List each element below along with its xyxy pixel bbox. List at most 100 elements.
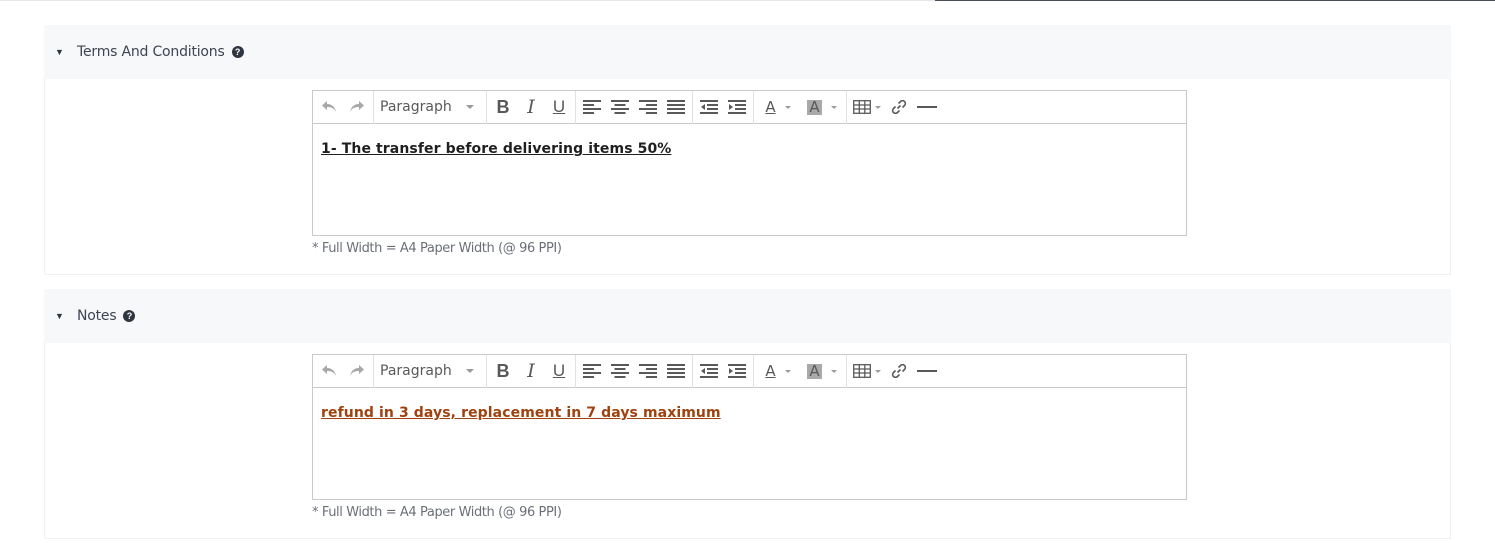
align-right-button[interactable] — [634, 94, 662, 120]
align-justify-icon — [667, 100, 685, 114]
italic-button[interactable]: I — [517, 358, 545, 384]
top-divider — [0, 0, 935, 1]
align-left-button[interactable] — [578, 358, 606, 384]
align-center-icon — [611, 100, 629, 114]
history-group — [313, 90, 374, 124]
notes-section: ▼ Notes ? Paragraph B I U A A refund in … — [44, 289, 1451, 539]
undo-icon — [322, 365, 336, 376]
redo-button[interactable] — [343, 358, 371, 384]
style-group: B I U — [487, 90, 576, 124]
horizontal-rule-button[interactable] — [913, 358, 941, 384]
chevron-down-icon — [784, 369, 791, 373]
link-icon — [891, 363, 907, 379]
top-divider-active — [935, 0, 1495, 1]
undo-button[interactable] — [315, 94, 343, 120]
link-button[interactable] — [885, 94, 913, 120]
text-color-button[interactable]: A — [756, 358, 800, 384]
redo-button[interactable] — [343, 94, 371, 120]
background-color-button[interactable]: A — [800, 94, 844, 120]
table-button[interactable] — [849, 94, 885, 120]
align-left-button[interactable] — [578, 94, 606, 120]
indent-group — [693, 90, 754, 124]
outdent-button[interactable] — [695, 94, 723, 120]
format-group: Paragraph — [374, 90, 487, 124]
chevron-down-icon — [830, 369, 837, 373]
indent-button[interactable] — [723, 358, 751, 384]
text-color-icon: A — [765, 97, 776, 116]
indent-icon — [728, 100, 746, 114]
link-button[interactable] — [885, 358, 913, 384]
terms-rich-text-editor: Paragraph B I U A A 1- The transfer befo… — [312, 90, 1187, 236]
chevron-down-icon — [830, 105, 837, 109]
align-justify-button[interactable] — [662, 358, 690, 384]
align-right-icon — [639, 364, 657, 378]
background-color-icon: A — [807, 361, 822, 380]
redo-icon — [350, 101, 364, 112]
style-group: B I U — [487, 354, 576, 388]
text-color-icon: A — [765, 361, 776, 380]
section-title: Notes — [77, 308, 117, 324]
align-right-button[interactable] — [634, 358, 662, 384]
format-group: Paragraph — [374, 354, 487, 388]
insert-group — [847, 91, 943, 124]
chevron-down-icon — [466, 369, 474, 373]
horizontal-rule-icon — [917, 370, 937, 372]
terms-section-header[interactable]: ▼ Terms And Conditions ? — [44, 25, 1451, 79]
notes-rich-text-editor: Paragraph B I U A A refund in 3 days, re… — [312, 354, 1187, 500]
chevron-down-icon — [875, 369, 881, 373]
table-icon — [853, 100, 871, 114]
chevron-down-icon — [784, 105, 791, 109]
align-group — [576, 354, 693, 388]
editor-toolbar: Paragraph B I U A A — [313, 90, 1186, 124]
color-group: A A — [754, 90, 847, 124]
align-center-button[interactable] — [606, 94, 634, 120]
editor-toolbar: Paragraph B I U A A — [313, 354, 1186, 388]
align-justify-button[interactable] — [662, 94, 690, 120]
undo-button[interactable] — [315, 358, 343, 384]
redo-icon — [350, 365, 364, 376]
background-color-button[interactable]: A — [800, 358, 844, 384]
italic-button[interactable]: I — [517, 94, 545, 120]
underline-button[interactable]: U — [545, 94, 573, 120]
editor-content[interactable]: 1- The transfer before delivering items … — [313, 124, 1186, 157]
outdent-button[interactable] — [695, 358, 723, 384]
help-icon[interactable]: ? — [123, 310, 136, 322]
bold-button[interactable]: B — [489, 94, 517, 120]
insert-group — [847, 355, 943, 388]
align-left-icon — [583, 100, 601, 114]
history-group — [313, 354, 374, 388]
horizontal-rule-icon — [917, 106, 937, 108]
bold-button[interactable]: B — [489, 358, 517, 384]
format-select-label: Paragraph — [380, 363, 452, 379]
table-button[interactable] — [849, 358, 885, 384]
align-justify-icon — [667, 364, 685, 378]
paragraph-format-select[interactable]: Paragraph — [376, 358, 484, 384]
text-color-button[interactable]: A — [756, 94, 800, 120]
collapse-caret-icon[interactable]: ▼ — [55, 47, 77, 57]
collapse-caret-icon[interactable]: ▼ — [55, 311, 77, 321]
width-note: * Full Width = A4 Paper Width (@ 96 PPI) — [312, 505, 562, 520]
chevron-down-icon — [466, 105, 474, 109]
notes-section-body: Paragraph B I U A A refund in 3 days, re… — [44, 343, 1451, 539]
underline-button[interactable]: U — [545, 358, 573, 384]
format-select-label: Paragraph — [380, 99, 452, 115]
paragraph-format-select[interactable]: Paragraph — [376, 94, 484, 120]
indent-icon — [728, 364, 746, 378]
editor-content[interactable]: refund in 3 days, replacement in 7 days … — [313, 388, 1186, 421]
background-color-icon: A — [807, 97, 822, 116]
terms-section: ▼ Terms And Conditions ? Paragraph B I U… — [44, 25, 1451, 275]
chevron-down-icon — [875, 105, 881, 109]
horizontal-rule-button[interactable] — [913, 94, 941, 120]
color-group: A A — [754, 354, 847, 388]
undo-icon — [322, 101, 336, 112]
table-icon — [853, 364, 871, 378]
align-center-button[interactable] — [606, 358, 634, 384]
align-center-icon — [611, 364, 629, 378]
indent-button[interactable] — [723, 94, 751, 120]
help-icon[interactable]: ? — [231, 46, 244, 58]
notes-section-header[interactable]: ▼ Notes ? — [44, 289, 1451, 343]
section-title: Terms And Conditions — [77, 44, 225, 60]
indent-group — [693, 354, 754, 388]
outdent-icon — [700, 100, 718, 114]
outdent-icon — [700, 364, 718, 378]
